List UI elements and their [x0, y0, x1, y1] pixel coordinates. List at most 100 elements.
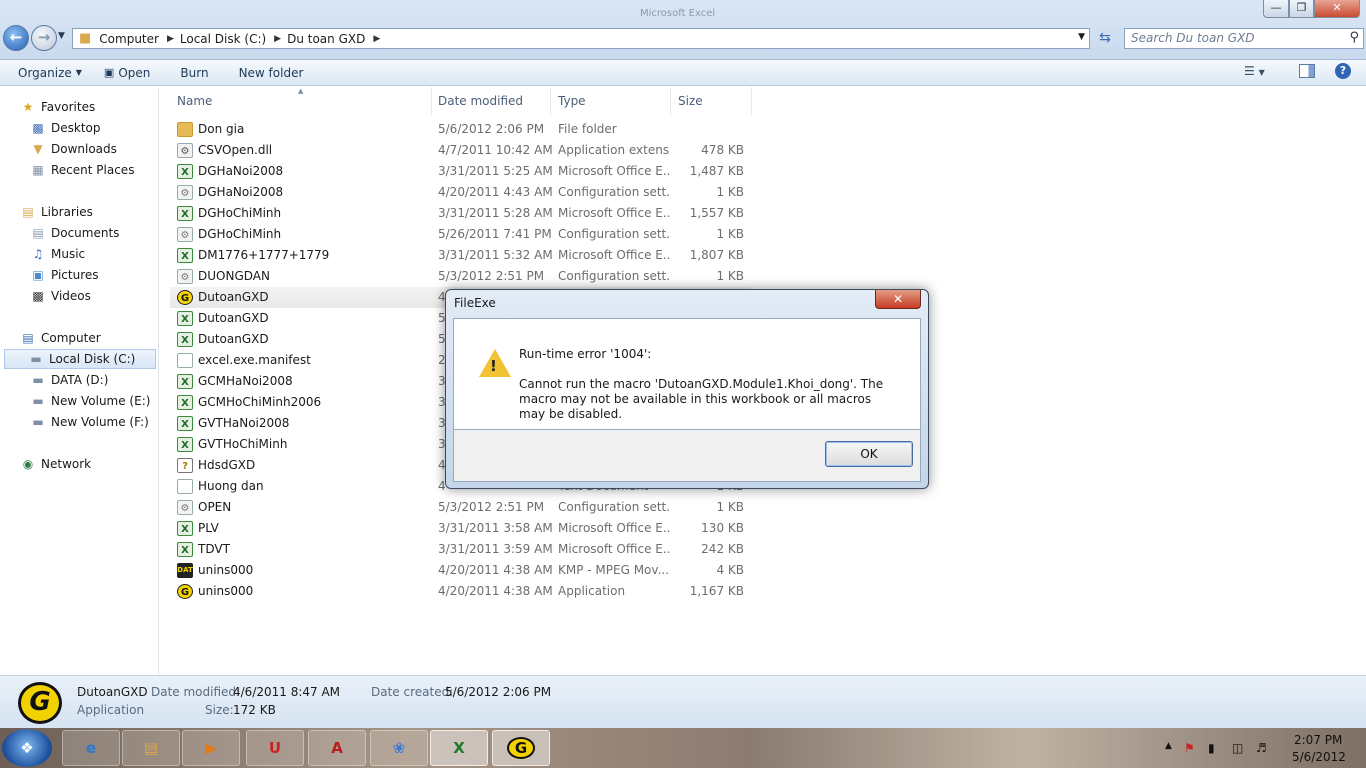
power-icon[interactable]: ▮ — [1208, 741, 1215, 755]
nav-new-volume-e[interactable]: ▬ New Volume (E:) — [30, 391, 150, 411]
nav-libraries[interactable]: ▤ Libraries — [20, 202, 93, 222]
breadcrumb-computer[interactable]: Computer ▶ — [99, 32, 174, 46]
gxd-app-icon: G — [177, 290, 193, 305]
dll-file-icon: ⚙ — [177, 143, 193, 158]
nav-documents[interactable]: ▤ Documents — [30, 223, 119, 243]
close-button[interactable]: ✕ — [1314, 0, 1360, 18]
taskbar-adobe-reader[interactable]: A — [308, 730, 366, 766]
file-date-modified: 5/6/2012 2:06 PM — [438, 122, 545, 136]
details-date-created: 5/6/2012 2:06 PM — [445, 685, 552, 699]
libraries-icon: ▤ — [22, 205, 34, 219]
chevron-right-icon[interactable]: ▶ — [167, 34, 174, 44]
nav-local-disk-c[interactable]: ▬ Local Disk (C:) — [4, 349, 156, 369]
file-row[interactable]: ⚙ OPEN 5/3/2012 2:51 PM Configuration sett.… — [170, 497, 750, 518]
help-file-icon: ? — [177, 458, 193, 473]
maximize-button[interactable]: ❐ — [1289, 0, 1314, 18]
column-header-size[interactable]: Size — [671, 87, 752, 115]
excel-file-icon: X — [177, 164, 193, 179]
nav-computer[interactable]: ▤ Computer — [20, 328, 100, 348]
network-status-icon[interactable]: ◫ — [1232, 741, 1243, 755]
forward-button[interactable]: → — [31, 25, 57, 51]
minimize-button[interactable]: — — [1263, 0, 1289, 18]
address-dropdown-icon[interactable]: ▼ — [1078, 32, 1085, 42]
nav-pictures[interactable]: ▣ Pictures — [30, 265, 98, 285]
file-row[interactable]: DAT unins000 4/20/2011 4:38 AM KMP - MPEG M… — [170, 560, 750, 581]
nav-desktop[interactable]: ▩ Desktop — [30, 118, 100, 138]
search-icon[interactable]: ⚲ — [1349, 30, 1359, 45]
column-header-date-modified[interactable]: Date modified — [431, 87, 551, 115]
file-row[interactable]: ⚙ DGHoChiMinh 5/26/2011 7:41 PM Configurati… — [170, 224, 750, 245]
ok-button[interactable]: OK — [825, 441, 913, 467]
taskbar-windows-explorer[interactable]: ▤ — [122, 730, 180, 766]
column-header-type[interactable]: Type — [551, 87, 671, 115]
file-row[interactable]: X DGHaNoi2008 3/31/2011 5:25 AM Microsoft O… — [170, 161, 750, 182]
start-button[interactable]: ❖ — [2, 729, 52, 767]
taskbar-paint[interactable]: ❀ — [370, 730, 428, 766]
dialog-title: FileExe — [454, 296, 496, 310]
chevron-right-icon[interactable]: ▶ — [274, 34, 281, 44]
arrow-left-icon: ← — [9, 28, 23, 46]
gxd-app-icon: G — [18, 682, 62, 724]
dialog-close-button[interactable]: ✕ — [875, 290, 921, 309]
file-name: PLV — [198, 521, 219, 535]
change-view-button[interactable]: ☰ ▼ — [1244, 64, 1265, 78]
nav-data-d[interactable]: ▬ DATA (D:) — [30, 370, 108, 390]
config-file-icon: ⚙ — [177, 500, 193, 515]
action-center-flag-icon[interactable]: ⚑ — [1184, 741, 1195, 755]
burn-button[interactable]: Burn — [180, 66, 208, 80]
file-name: unins000 — [198, 584, 254, 598]
nav-network[interactable]: ◉ Network — [20, 454, 91, 474]
excel-file-icon: X — [177, 521, 193, 536]
taskbar-media-player[interactable]: ▶ — [182, 730, 240, 766]
taskbar-dutoan-gxd[interactable]: G — [492, 730, 550, 766]
file-size: 130 KB — [701, 521, 744, 535]
refresh-button[interactable]: ⇆ — [1094, 28, 1116, 49]
show-hidden-icons-icon[interactable]: ▲ — [1165, 741, 1172, 751]
open-button[interactable]: ▣ Open — [104, 66, 150, 80]
dialog-footer: OK — [453, 430, 921, 482]
taskbar-excel[interactable]: X — [430, 730, 488, 766]
back-button[interactable]: ← — [3, 25, 29, 51]
file-row[interactable]: X DM1776+1777+1779 3/31/2011 5:32 AM Micros… — [170, 245, 750, 266]
recent-pages-button[interactable]: ▼ — [58, 31, 65, 41]
file-type: Application extens... — [558, 143, 670, 157]
file-row[interactable]: ⚙ DGHaNoi2008 4/20/2011 4:43 AM Configurati… — [170, 182, 750, 203]
clock-time[interactable]: 2:07 PM — [1294, 733, 1342, 747]
hard-drive-icon: ▬ — [30, 352, 42, 366]
breadcrumb-du-toan-gxd[interactable]: Du toan GXD ▶ — [287, 32, 380, 46]
arrow-right-icon: → — [37, 28, 51, 46]
file-row[interactable]: Gunins000 4/20/2011 4:38 AM Application 1,1… — [170, 581, 750, 602]
nav-new-volume-f[interactable]: ▬ New Volume (F:) — [30, 412, 148, 432]
taskbar-unikey[interactable]: U — [246, 730, 304, 766]
file-row[interactable]: ⚙ DUONGDAN 5/3/2012 2:51 PM Configuration s… — [170, 266, 750, 287]
open-icon: ▣ — [103, 66, 115, 79]
file-name: excel.exe.manifest — [198, 353, 311, 367]
file-row[interactable]: X TDVT 3/31/2011 3:59 AM Microsoft Office E… — [170, 539, 750, 560]
nav-downloads[interactable]: ▼ Downloads — [30, 139, 117, 159]
chevron-right-icon[interactable]: ▶ — [373, 34, 380, 44]
address-bar[interactable]: ■ Computer ▶ Local Disk (C:) ▶ Du toan GXD… — [72, 28, 1090, 49]
taskbar-internet-explorer[interactable]: e — [62, 730, 120, 766]
nav-favorites[interactable]: ★ Favorites — [20, 97, 96, 117]
gxd-app-icon: G — [506, 737, 536, 759]
volume-icon[interactable]: ♬ — [1256, 741, 1267, 755]
excel-icon: X — [453, 739, 465, 757]
file-row[interactable]: ⚙ CSVOpen.dll 4/7/2011 10:42 AM Application… — [170, 140, 750, 161]
view-icon: ☰ — [1244, 64, 1255, 78]
help-button[interactable]: ? — [1335, 63, 1351, 79]
clock-date[interactable]: 5/6/2012 — [1292, 750, 1346, 764]
nav-videos[interactable]: ▩ Videos — [30, 286, 91, 306]
file-row[interactable]: X DGHoChiMinh 3/31/2011 5:28 AM Microsoft O… — [170, 203, 750, 224]
file-row[interactable]: X PLV 3/31/2011 3:58 AM Microsoft Office E.… — [170, 518, 750, 539]
nav-recent-places[interactable]: ▦ Recent Places — [30, 160, 134, 180]
search-input[interactable]: Search Du toan GXD ⚲ — [1124, 28, 1364, 49]
file-size: 478 KB — [701, 143, 744, 157]
breadcrumb-local-disk[interactable]: Local Disk (C:) ▶ — [180, 32, 281, 46]
column-header-name[interactable]: Name — [170, 87, 432, 115]
file-date-modified: 3/31/2011 3:58 AM — [438, 521, 553, 535]
preview-pane-button[interactable] — [1299, 64, 1315, 78]
nav-music[interactable]: ♫ Music — [30, 244, 86, 264]
organize-button[interactable]: Organize ▼ — [18, 66, 82, 80]
file-row[interactable]: Don gia 5/6/2012 2:06 PM File folder — [170, 119, 750, 140]
new-folder-button[interactable]: New folder — [239, 66, 304, 80]
